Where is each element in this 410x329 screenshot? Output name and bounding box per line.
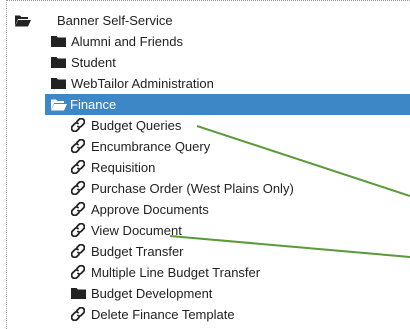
link-icon [71,136,89,157]
tree-item-student[interactable]: Student [51,52,116,73]
tree-item-label: Requisition [91,160,156,175]
tree-item-budget-queries[interactable]: Budget Queries [71,115,181,136]
tree-item-label: Budget Transfer [91,244,184,259]
tree-item-label: Budget Development [91,286,213,301]
tree-item-delete-finance-template[interactable]: Delete Finance Template [71,304,235,325]
tree-item-webtailor-administration[interactable]: WebTailor Administration [51,73,214,94]
tree-item-budget-transfer[interactable]: Budget Transfer [71,241,184,262]
tree-item-requisition[interactable]: Requisition [71,157,155,178]
link-icon [71,115,89,136]
link-icon [71,199,89,220]
folder-open-icon [51,94,69,115]
tree-item-multiple-line-budget-transfer[interactable]: Multiple Line Budget Transfer [71,262,260,283]
link-icon [71,220,89,241]
tree-item-encumbrance-query[interactable]: Encumbrance Query [71,136,210,157]
link-icon [71,157,89,178]
link-icon [71,304,89,325]
link-icon [71,241,89,262]
folder-open-icon [15,10,33,31]
tree-item-label: Purchase Order (West Plains Only) [91,181,294,196]
tree-item-label: Banner Self-Service [57,13,173,28]
tree-item-label: Encumbrance Query [91,139,211,154]
folder-icon [71,283,89,304]
folder-icon [51,73,69,94]
folder-icon [51,31,69,52]
tree-item-label: Budget Queries [91,118,182,133]
navigation-tree: Banner Self-Service Alumni and Friends S… [6,0,410,329]
tree-item-label: Student [71,55,116,70]
tree-item-label: View Document [91,223,182,238]
tree-item-budget-development[interactable]: Budget Development [71,283,212,304]
tree-item-label: Delete Finance Template [91,307,235,322]
tree-item-label: WebTailor Administration [71,76,214,91]
tree-item-label: Alumni and Friends [71,34,183,49]
link-icon [71,262,89,283]
tree-item-approve-documents[interactable]: Approve Documents [71,199,209,220]
link-icon [71,178,89,199]
tree-item-alumni-and-friends[interactable]: Alumni and Friends [51,31,183,52]
tree-item-label: Finance [70,97,117,112]
tree-item-label: Multiple Line Budget Transfer [91,265,261,280]
tree-item-purchase-order[interactable]: Purchase Order (West Plains Only) [71,178,294,199]
tree-item-label: Approve Documents [91,202,209,217]
tree-item-finance[interactable]: Finance [45,94,410,115]
folder-icon [51,52,69,73]
tree-item-view-document[interactable]: View Document [71,220,182,241]
tree-item-banner-self-service[interactable]: Banner Self-Service [13,10,410,31]
